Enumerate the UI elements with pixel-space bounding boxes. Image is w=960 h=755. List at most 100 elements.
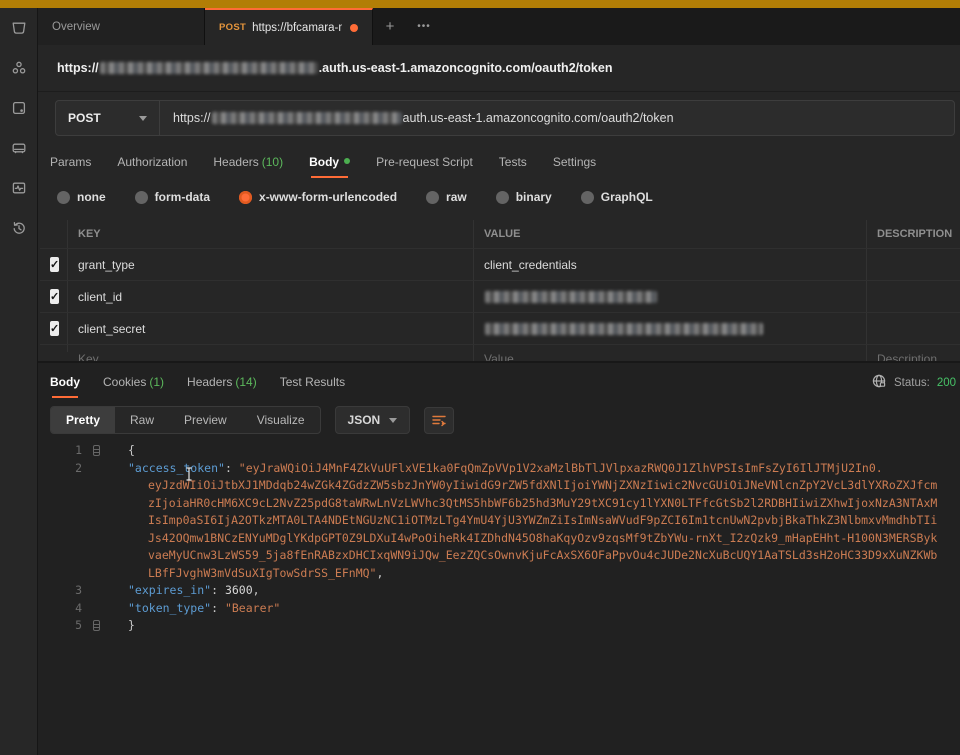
tab-tests[interactable]: Tests [499, 155, 527, 171]
response-tab-headers[interactable]: Headers(14) [187, 375, 257, 391]
headers-count: (10) [262, 155, 283, 169]
view-pretty[interactable]: Pretty [51, 407, 115, 433]
servers-icon[interactable] [0, 128, 38, 168]
code-line: IsImp0aSI6IjA2OTkzMTA0LTA4NDEtNGUzNC1iOT… [38, 512, 960, 530]
response-meta: Status: 200 [871, 368, 956, 398]
code-line: 5} [38, 617, 960, 635]
new-tab-button[interactable]: + [373, 8, 407, 45]
radio-icon [581, 191, 594, 204]
tab-params[interactable]: Params [50, 155, 91, 171]
chevron-down-icon [389, 418, 397, 423]
response-tab-body[interactable]: Body [50, 375, 80, 391]
placeholder-description[interactable]: Description [867, 345, 960, 362]
placeholder-value[interactable]: Value [474, 345, 867, 362]
status-value: 200 [937, 377, 956, 389]
fold-toggle-icon[interactable] [93, 445, 100, 456]
tab-overview[interactable]: Overview [38, 8, 205, 45]
code-line: 3"expires_in": 3600, [38, 582, 960, 600]
request-title-prefix: https:// [57, 61, 99, 75]
url-input[interactable]: https://auth.us-east-1.amazoncognito.com… [160, 101, 954, 135]
body-type-binary[interactable]: binary [496, 190, 552, 204]
param-value-cell[interactable]: client_credentials [474, 249, 867, 280]
language-dropdown-value: JSON [348, 413, 381, 427]
top-accent-bar [0, 0, 960, 8]
radio-icon [57, 191, 70, 204]
request-panel: https:// .auth.us-east-1.amazoncognito.co… [38, 45, 960, 362]
tab-bar: Overview POST https://bfcamara-my- + ••• [38, 8, 960, 45]
param-value-cell[interactable] [474, 281, 867, 312]
key-column-header: KEY [68, 220, 474, 248]
value-column-header: VALUE [474, 220, 867, 248]
placeholder-key[interactable]: Key [68, 345, 474, 362]
request-title-suffix: .auth.us-east-1.amazoncognito.com/oauth2… [319, 61, 613, 75]
unsaved-changes-dot [350, 24, 358, 32]
body-type-raw[interactable]: raw [426, 190, 467, 204]
radio-selected-icon [239, 191, 252, 204]
tab-authorization[interactable]: Authorization [117, 155, 187, 171]
description-column-header: DESCRIPTION [867, 220, 960, 248]
redacted-url-domain [212, 112, 402, 124]
param-key-cell[interactable]: client_id [68, 281, 474, 312]
method-dropdown[interactable]: POST [56, 101, 160, 135]
tab-options-icon[interactable]: ••• [407, 8, 441, 45]
history-icon[interactable] [0, 208, 38, 248]
tab-method-badge: POST [219, 22, 246, 33]
monitors-icon[interactable] [0, 168, 38, 208]
urlencoded-params-table: KEY VALUE DESCRIPTION ✓ grant_type clien… [40, 220, 960, 362]
left-sidebar [0, 8, 38, 755]
table-placeholder-row: Key Value Description [40, 344, 960, 360]
tab-settings[interactable]: Settings [553, 155, 596, 171]
row-checkbox[interactable]: ✓ [50, 289, 59, 304]
response-tabs: Body Cookies(1) Headers(14) Test Results [38, 368, 960, 398]
response-view-toolbar: Pretty Raw Preview Visualize JSON [50, 405, 454, 435]
radio-icon [135, 191, 148, 204]
body-type-x-www-form-urlencoded[interactable]: x-www-form-urlencoded [239, 190, 397, 204]
tab-request-active[interactable]: POST https://bfcamara-my- [205, 8, 373, 45]
status-label: Status: [894, 377, 930, 389]
cookies-count: (1) [149, 375, 164, 389]
response-tab-cookies[interactable]: Cookies(1) [103, 375, 164, 391]
response-tab-test-results[interactable]: Test Results [280, 375, 345, 391]
mock-servers-icon[interactable] [0, 88, 38, 128]
param-description-cell[interactable] [867, 249, 960, 280]
tab-headers[interactable]: Headers(10) [213, 155, 283, 171]
request-title: https:// .auth.us-east-1.amazoncognito.co… [38, 45, 960, 92]
param-key-cell[interactable]: client_secret [68, 313, 474, 344]
collections-icon[interactable] [0, 8, 38, 48]
response-headers-count: (14) [235, 375, 256, 389]
row-checkbox[interactable]: ✓ [50, 321, 59, 336]
param-description-cell[interactable] [867, 281, 960, 312]
code-line: 1{ [38, 442, 960, 460]
environments-icon[interactable] [0, 48, 38, 88]
code-line: zIjoiaHR0cHM6XC9cL2NvZ25pdG8taWRwLnVzLWV… [38, 495, 960, 513]
view-preview[interactable]: Preview [169, 407, 242, 433]
tab-overview-label: Overview [52, 21, 100, 33]
body-type-options: none form-data x-www-form-urlencoded raw… [38, 183, 960, 211]
code-line: 4"token_type": "Bearer" [38, 600, 960, 618]
param-description-cell[interactable] [867, 313, 960, 344]
code-line: eyJzdWIiOiJtbXJ1MDdqb24wZGk4ZGdzZW5sbzJn… [38, 477, 960, 495]
body-type-graphql[interactable]: GraphQL [581, 190, 653, 204]
view-toggle: Pretty Raw Preview Visualize [50, 406, 321, 434]
language-dropdown[interactable]: JSON [335, 406, 411, 434]
body-type-form-data[interactable]: form-data [135, 190, 210, 204]
tab-request-title: https://bfcamara-my- [252, 22, 342, 34]
radio-icon [496, 191, 509, 204]
view-visualize[interactable]: Visualize [242, 407, 320, 433]
fold-toggle-icon[interactable] [93, 620, 100, 631]
param-key-cell[interactable]: grant_type [68, 249, 474, 280]
wrap-lines-button[interactable] [424, 407, 454, 434]
row-checkbox[interactable]: ✓ [50, 257, 59, 272]
postman-window: Overview POST https://bfcamara-my- + •••… [0, 0, 960, 755]
checkbox-column-header [40, 220, 68, 248]
param-value-cell[interactable] [474, 313, 867, 344]
method-dropdown-value: POST [68, 111, 101, 125]
network-globe-icon[interactable] [871, 373, 887, 394]
view-raw[interactable]: Raw [115, 407, 169, 433]
body-type-none[interactable]: none [57, 190, 106, 204]
code-line: vaeMyUCnw3LzWS59_5ja8fEnRABzxDHCIxqWN9iJ… [38, 547, 960, 565]
tab-body[interactable]: Body [309, 155, 350, 171]
table-row: ✓ grant_type client_credentials [40, 248, 960, 280]
wrap-lines-icon [431, 413, 447, 427]
tab-pre-request-script[interactable]: Pre-request Script [376, 155, 473, 171]
